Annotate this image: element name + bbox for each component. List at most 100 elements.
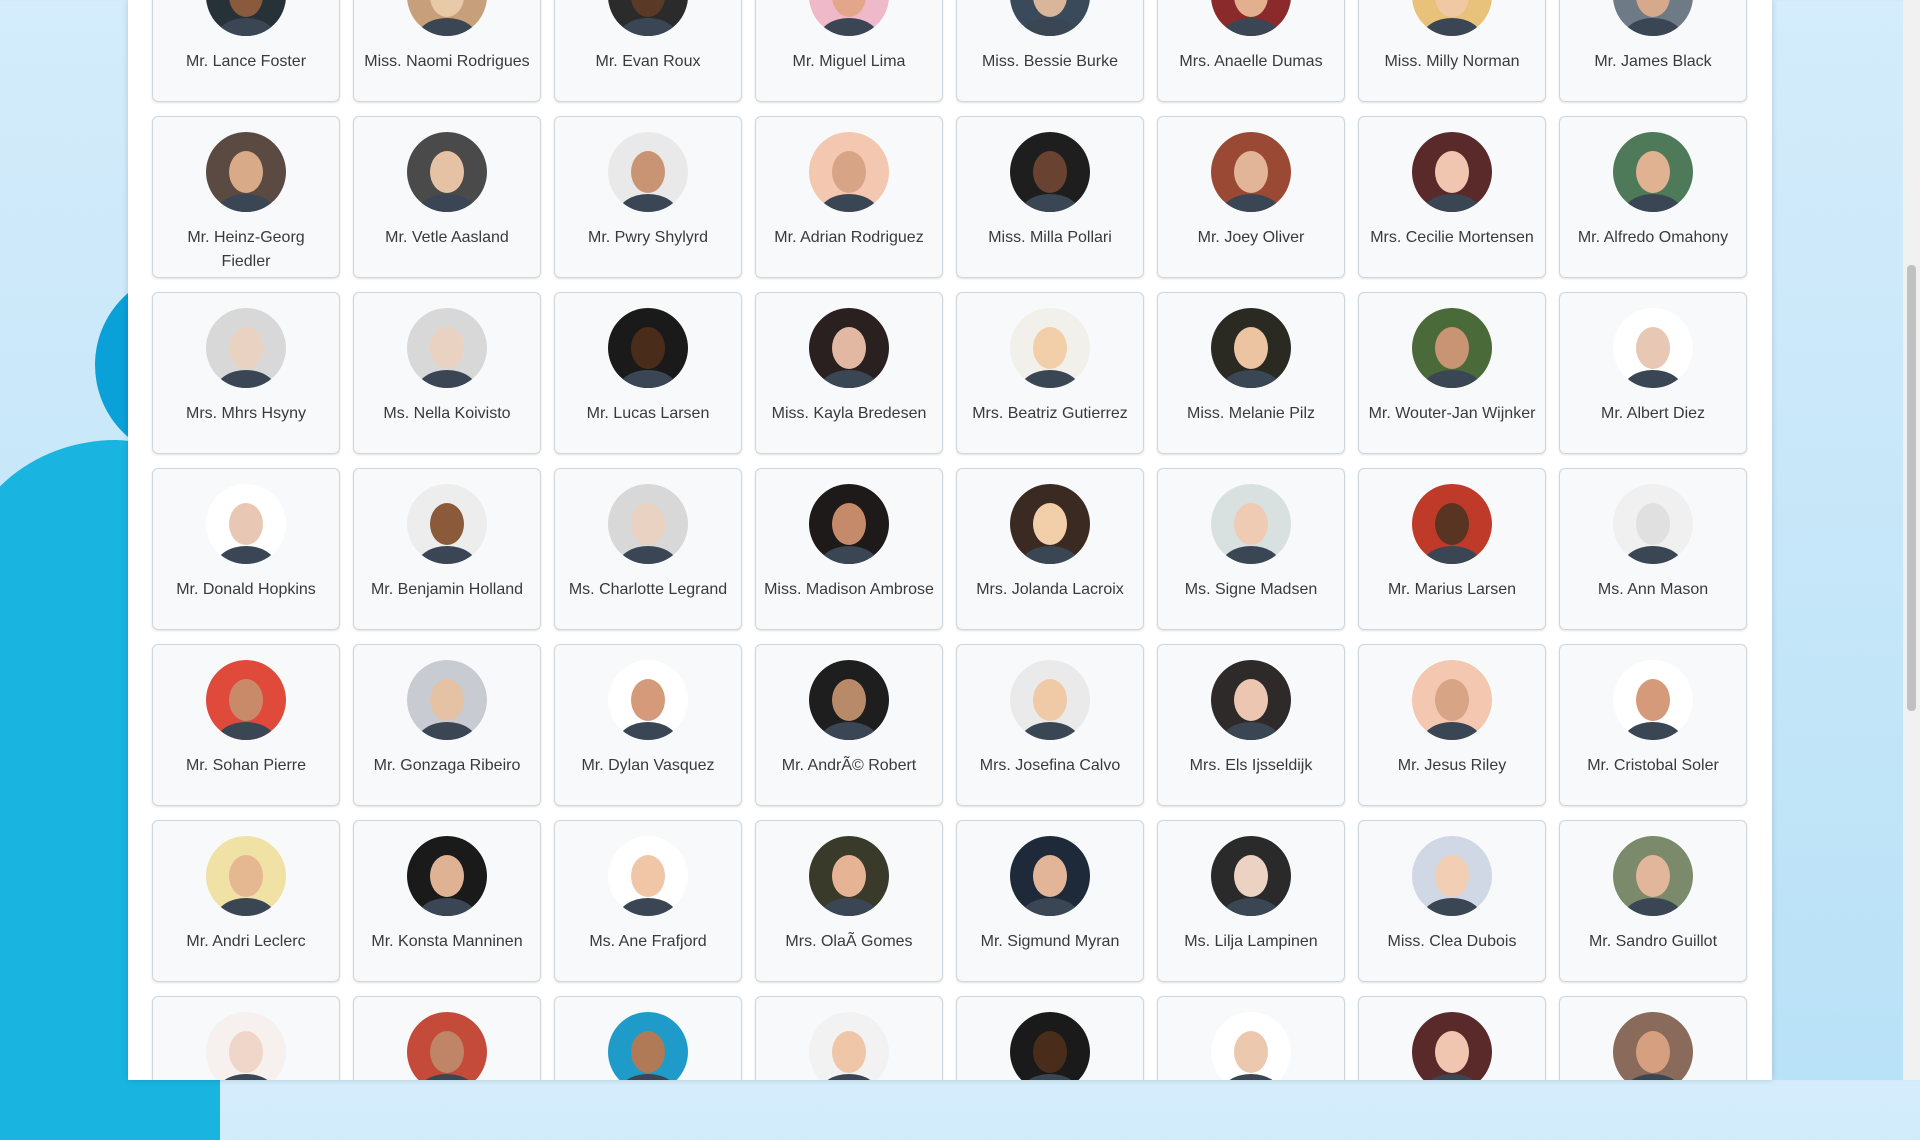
avatar xyxy=(1613,308,1693,388)
vertical-scrollbar[interactable] xyxy=(1903,0,1920,1080)
avatar xyxy=(1211,0,1291,36)
avatar xyxy=(809,836,889,916)
avatar-photo xyxy=(608,484,688,564)
contact-card[interactable]: Miss. Melanie Pilz xyxy=(1157,292,1345,454)
contact-card[interactable]: Ms. Lilja Lampinen xyxy=(1157,820,1345,982)
avatar-photo xyxy=(1613,308,1693,388)
avatar xyxy=(1613,0,1693,36)
contact-card[interactable]: Mrs. Josefina Calvo xyxy=(956,644,1144,806)
avatar xyxy=(407,308,487,388)
avatar-photo xyxy=(608,1012,688,1080)
contact-card[interactable]: Mrs. Cecilie Mortensen xyxy=(1358,116,1546,278)
contact-card[interactable]: Miss. Madison Ambrose xyxy=(755,468,943,630)
contact-name: Mr. Miguel Lima xyxy=(792,53,906,70)
contact-card[interactable] xyxy=(956,996,1144,1080)
avatar-photo xyxy=(608,660,688,740)
contact-card[interactable]: Mr. Benjamin Holland xyxy=(353,468,541,630)
contact-name: Ms. Lilja Lampinen xyxy=(1184,933,1318,950)
avatar-photo xyxy=(1613,0,1693,36)
contact-card[interactable] xyxy=(353,996,541,1080)
avatar-photo xyxy=(1613,484,1693,564)
contact-card[interactable]: Mr. Sigmund Myran xyxy=(956,820,1144,982)
contact-card[interactable]: Mrs. Beatriz Gutierrez xyxy=(956,292,1144,454)
contact-card[interactable]: Mr. Gonzaga Ribeiro xyxy=(353,644,541,806)
contact-card[interactable]: Mrs. Anaelle Dumas xyxy=(1157,0,1345,102)
avatar xyxy=(1613,132,1693,212)
contact-card[interactable]: Mr. Evan Roux xyxy=(554,0,742,102)
contact-name: Mr. Pwry Shylyrd xyxy=(587,229,708,246)
contact-card[interactable]: Ms. Charlotte Legrand xyxy=(554,468,742,630)
contact-card[interactable]: Miss. Milla Pollari xyxy=(956,116,1144,278)
contact-card[interactable]: Mr. Sandro Guillot xyxy=(1559,820,1747,982)
contact-card[interactable]: Mr. Miguel Lima xyxy=(755,0,943,102)
contact-card[interactable]: Ms. Ann Mason xyxy=(1559,468,1747,630)
avatar-photo xyxy=(809,1012,889,1080)
contact-card[interactable]: Mr. Dylan Vasquez xyxy=(554,644,742,806)
contact-card[interactable] xyxy=(1358,996,1546,1080)
avatar xyxy=(1412,132,1492,212)
contact-card[interactable]: Mr. Donald Hopkins xyxy=(152,468,340,630)
avatar xyxy=(1010,132,1090,212)
contact-card[interactable]: Mrs. Jolanda Lacroix xyxy=(956,468,1144,630)
contact-card[interactable]: Mr. Alfredo Omahony xyxy=(1559,116,1747,278)
contact-card[interactable]: Mrs. Mhrs Hsyny xyxy=(152,292,340,454)
avatar-photo xyxy=(1211,660,1291,740)
avatar xyxy=(809,0,889,36)
contact-card[interactable]: Mr. James Black xyxy=(1559,0,1747,102)
avatar-photo xyxy=(407,484,487,564)
contact-card[interactable]: Miss. Bessie Burke xyxy=(956,0,1144,102)
contact-card[interactable] xyxy=(554,996,742,1080)
contact-card[interactable]: Mr. Lance Foster xyxy=(152,0,340,102)
contact-name: Mr. Wouter-Jan Wijnker xyxy=(1368,405,1536,422)
avatar xyxy=(809,132,889,212)
contact-card[interactable]: Mrs. OlaÃ Gomes xyxy=(755,820,943,982)
contact-card[interactable]: Mr. Jesus Riley xyxy=(1358,644,1546,806)
contact-card[interactable] xyxy=(1157,996,1345,1080)
contact-card[interactable]: Mr. Wouter-Jan Wijnker xyxy=(1358,292,1546,454)
contact-card[interactable]: Mr. Vetle Aasland xyxy=(353,116,541,278)
avatar xyxy=(1010,660,1090,740)
contact-card[interactable]: Mr. Albert Diez xyxy=(1559,292,1747,454)
contact-card[interactable]: Mr. Sohan Pierre xyxy=(152,644,340,806)
contact-name: Mr. Alfredo Omahony xyxy=(1577,229,1729,246)
contact-card[interactable] xyxy=(755,996,943,1080)
avatar xyxy=(1412,0,1492,36)
scrollbar-thumb[interactable] xyxy=(1907,265,1916,711)
contact-card[interactable]: Miss. Naomi Rodrigues xyxy=(353,0,541,102)
contact-card[interactable]: Mrs. Els Ijsseldijk xyxy=(1157,644,1345,806)
contact-card[interactable]: Mr. Marius Larsen xyxy=(1358,468,1546,630)
contact-card[interactable]: Miss. Clea Dubois xyxy=(1358,820,1546,982)
avatar-photo xyxy=(206,0,286,36)
contact-card[interactable]: Mr. AndrÃ© Robert xyxy=(755,644,943,806)
contact-name: Mr. Sandro Guillot xyxy=(1588,933,1718,950)
contact-card[interactable] xyxy=(152,996,340,1080)
contact-name: Mr. Donald Hopkins xyxy=(176,581,316,598)
contact-card[interactable]: Mr. Joey Oliver xyxy=(1157,116,1345,278)
contact-card[interactable]: Mr. Adrian Rodriguez xyxy=(755,116,943,278)
avatar-photo xyxy=(1211,484,1291,564)
avatar xyxy=(407,836,487,916)
contact-card[interactable]: Ms. Nella Koivisto xyxy=(353,292,541,454)
contact-name: Miss. Bessie Burke xyxy=(981,53,1119,70)
avatar-photo xyxy=(809,0,889,36)
contact-card[interactable]: Mr. Pwry Shylyrd xyxy=(554,116,742,278)
avatar xyxy=(809,660,889,740)
contact-card[interactable]: Mr. Cristobal Soler xyxy=(1559,644,1747,806)
avatar-photo xyxy=(608,836,688,916)
avatar xyxy=(1211,660,1291,740)
contact-card[interactable]: Ms. Signe Madsen xyxy=(1157,468,1345,630)
contact-card[interactable]: Mr. Lucas Larsen xyxy=(554,292,742,454)
avatar-photo xyxy=(1412,0,1492,36)
contact-card[interactable]: Ms. Ane Frafjord xyxy=(554,820,742,982)
contact-name: Mr. James Black xyxy=(1594,53,1712,70)
contact-card[interactable]: Miss. Kayla Bredesen xyxy=(755,292,943,454)
contact-card[interactable]: Mr. Heinz-Georg Fiedler xyxy=(152,116,340,278)
avatar xyxy=(809,484,889,564)
contact-card[interactable]: Miss. Milly Norman xyxy=(1358,0,1546,102)
avatar xyxy=(608,836,688,916)
contact-card[interactable]: Mr. Andri Leclerc xyxy=(152,820,340,982)
contact-name: Mrs. Els Ijsseldijk xyxy=(1189,757,1313,774)
contact-card[interactable]: Mr. Konsta Manninen xyxy=(353,820,541,982)
contact-card[interactable] xyxy=(1559,996,1747,1080)
avatar-photo xyxy=(407,660,487,740)
